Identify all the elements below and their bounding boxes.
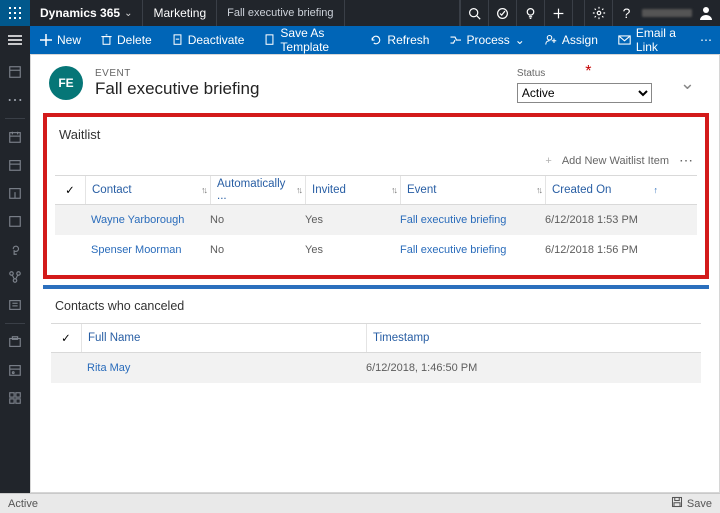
settings-icon[interactable]: [584, 0, 612, 26]
topbar-divider: [572, 0, 584, 26]
sidebar-item[interactable]: [0, 328, 30, 356]
new-button[interactable]: New: [30, 26, 91, 54]
col-auto[interactable]: Automatically ...: [217, 178, 292, 202]
col-contact[interactable]: Contact: [92, 184, 132, 196]
more-commands-icon[interactable]: ⋯: [692, 26, 720, 54]
sidebar-item[interactable]: [0, 235, 30, 263]
chevron-down-icon: ⌄: [515, 33, 525, 47]
footer-status: Active: [8, 498, 38, 510]
avatar-icon: [698, 5, 714, 21]
sidebar-item[interactable]: [0, 263, 30, 291]
table-row[interactable]: Wayne Yarborough No Yes Fall executive b…: [55, 205, 697, 235]
sort-icon[interactable]: ↑↓: [391, 185, 396, 195]
event-link[interactable]: Fall executive briefing: [400, 244, 545, 256]
sidebar-item[interactable]: [0, 384, 30, 412]
waitlist-title: Waitlist: [59, 127, 697, 142]
status-label: Status: [517, 68, 545, 79]
sort-icon[interactable]: ↑↓: [296, 185, 301, 195]
page-title: Fall executive briefing: [95, 79, 259, 99]
canceled-section: Contacts who canceled ✓ Full Name Timest…: [43, 285, 709, 389]
area-label[interactable]: Marketing: [143, 0, 217, 26]
search-icon[interactable]: [460, 0, 488, 26]
chevron-down-icon: ⌄: [124, 8, 132, 19]
contact-link[interactable]: Rita May: [81, 362, 366, 374]
sort-icon[interactable]: ↑: [654, 185, 657, 195]
user-name-redacted: [642, 9, 692, 17]
task-icon[interactable]: [488, 0, 516, 26]
save-as-template-button[interactable]: Save As Template: [254, 26, 360, 54]
sort-icon[interactable]: ↑↓: [536, 185, 541, 195]
sidebar-item[interactable]: [0, 151, 30, 179]
sidebar-item[interactable]: [0, 207, 30, 235]
sidebar-item[interactable]: [0, 179, 30, 207]
col-event[interactable]: Event: [407, 184, 436, 196]
save-button[interactable]: Save: [687, 498, 712, 510]
sidebar-item[interactable]: [0, 123, 30, 151]
topbar-spacer: [345, 0, 460, 26]
col-invited[interactable]: Invited: [312, 184, 346, 196]
col-timestamp[interactable]: Timestamp: [373, 332, 429, 344]
select-all-checkbox[interactable]: ✓: [55, 183, 85, 197]
canceled-title: Contacts who canceled: [55, 299, 701, 313]
more-icon[interactable]: ⋯: [679, 152, 693, 169]
col-created[interactable]: Created On: [552, 184, 611, 196]
left-sidebar: ⋯: [0, 54, 30, 493]
delete-button[interactable]: Delete: [91, 26, 162, 54]
select-all-checkbox[interactable]: ✓: [51, 331, 81, 345]
contact-link[interactable]: Spenser Moorman: [85, 244, 210, 256]
status-select[interactable]: Active: [517, 83, 652, 103]
email-link-button[interactable]: Email a Link: [608, 26, 692, 54]
bulb-icon[interactable]: [516, 0, 544, 26]
breadcrumb-page[interactable]: Fall executive briefing: [217, 0, 344, 26]
sidebar-item[interactable]: [0, 58, 30, 86]
save-icon: [671, 496, 683, 511]
app-launcher-icon[interactable]: [0, 0, 30, 26]
sidebar-item[interactable]: [0, 291, 30, 319]
waitlist-section: Waitlist + Add New Waitlist Item ⋯ ✓ Con…: [43, 113, 709, 279]
plus-icon: +: [545, 155, 551, 167]
sidebar-item[interactable]: ⋯: [0, 86, 30, 114]
event-link[interactable]: Fall executive briefing: [400, 214, 545, 226]
required-asterisk: *: [585, 63, 591, 80]
sidebar-item[interactable]: [0, 356, 30, 384]
record-type-label: EVENT: [95, 68, 259, 79]
table-row[interactable]: Rita May 6/12/2018, 1:46:50 PM: [51, 353, 701, 383]
help-icon[interactable]: ?: [612, 0, 640, 26]
record-badge: FE: [49, 66, 83, 100]
contact-link[interactable]: Wayne Yarborough: [85, 214, 210, 226]
process-button[interactable]: Process⌄: [439, 26, 534, 54]
table-row[interactable]: Spenser Moorman No Yes Fall executive br…: [55, 235, 697, 265]
product-switcher[interactable]: Dynamics 365 ⌄: [30, 0, 143, 26]
col-fullname[interactable]: Full Name: [88, 332, 140, 344]
sort-icon[interactable]: ↑↓: [201, 185, 206, 195]
assign-button[interactable]: Assign: [535, 26, 608, 54]
deactivate-button[interactable]: Deactivate: [162, 26, 255, 54]
user-menu[interactable]: [640, 0, 720, 26]
refresh-button[interactable]: Refresh: [360, 26, 439, 54]
sidebar-toggle-icon[interactable]: [0, 26, 30, 54]
product-label: Dynamics 365: [40, 6, 120, 20]
plus-icon[interactable]: [544, 0, 572, 26]
expand-chevron-icon[interactable]: ⌄: [674, 73, 701, 94]
add-waitlist-item-button[interactable]: Add New Waitlist Item: [562, 155, 669, 167]
